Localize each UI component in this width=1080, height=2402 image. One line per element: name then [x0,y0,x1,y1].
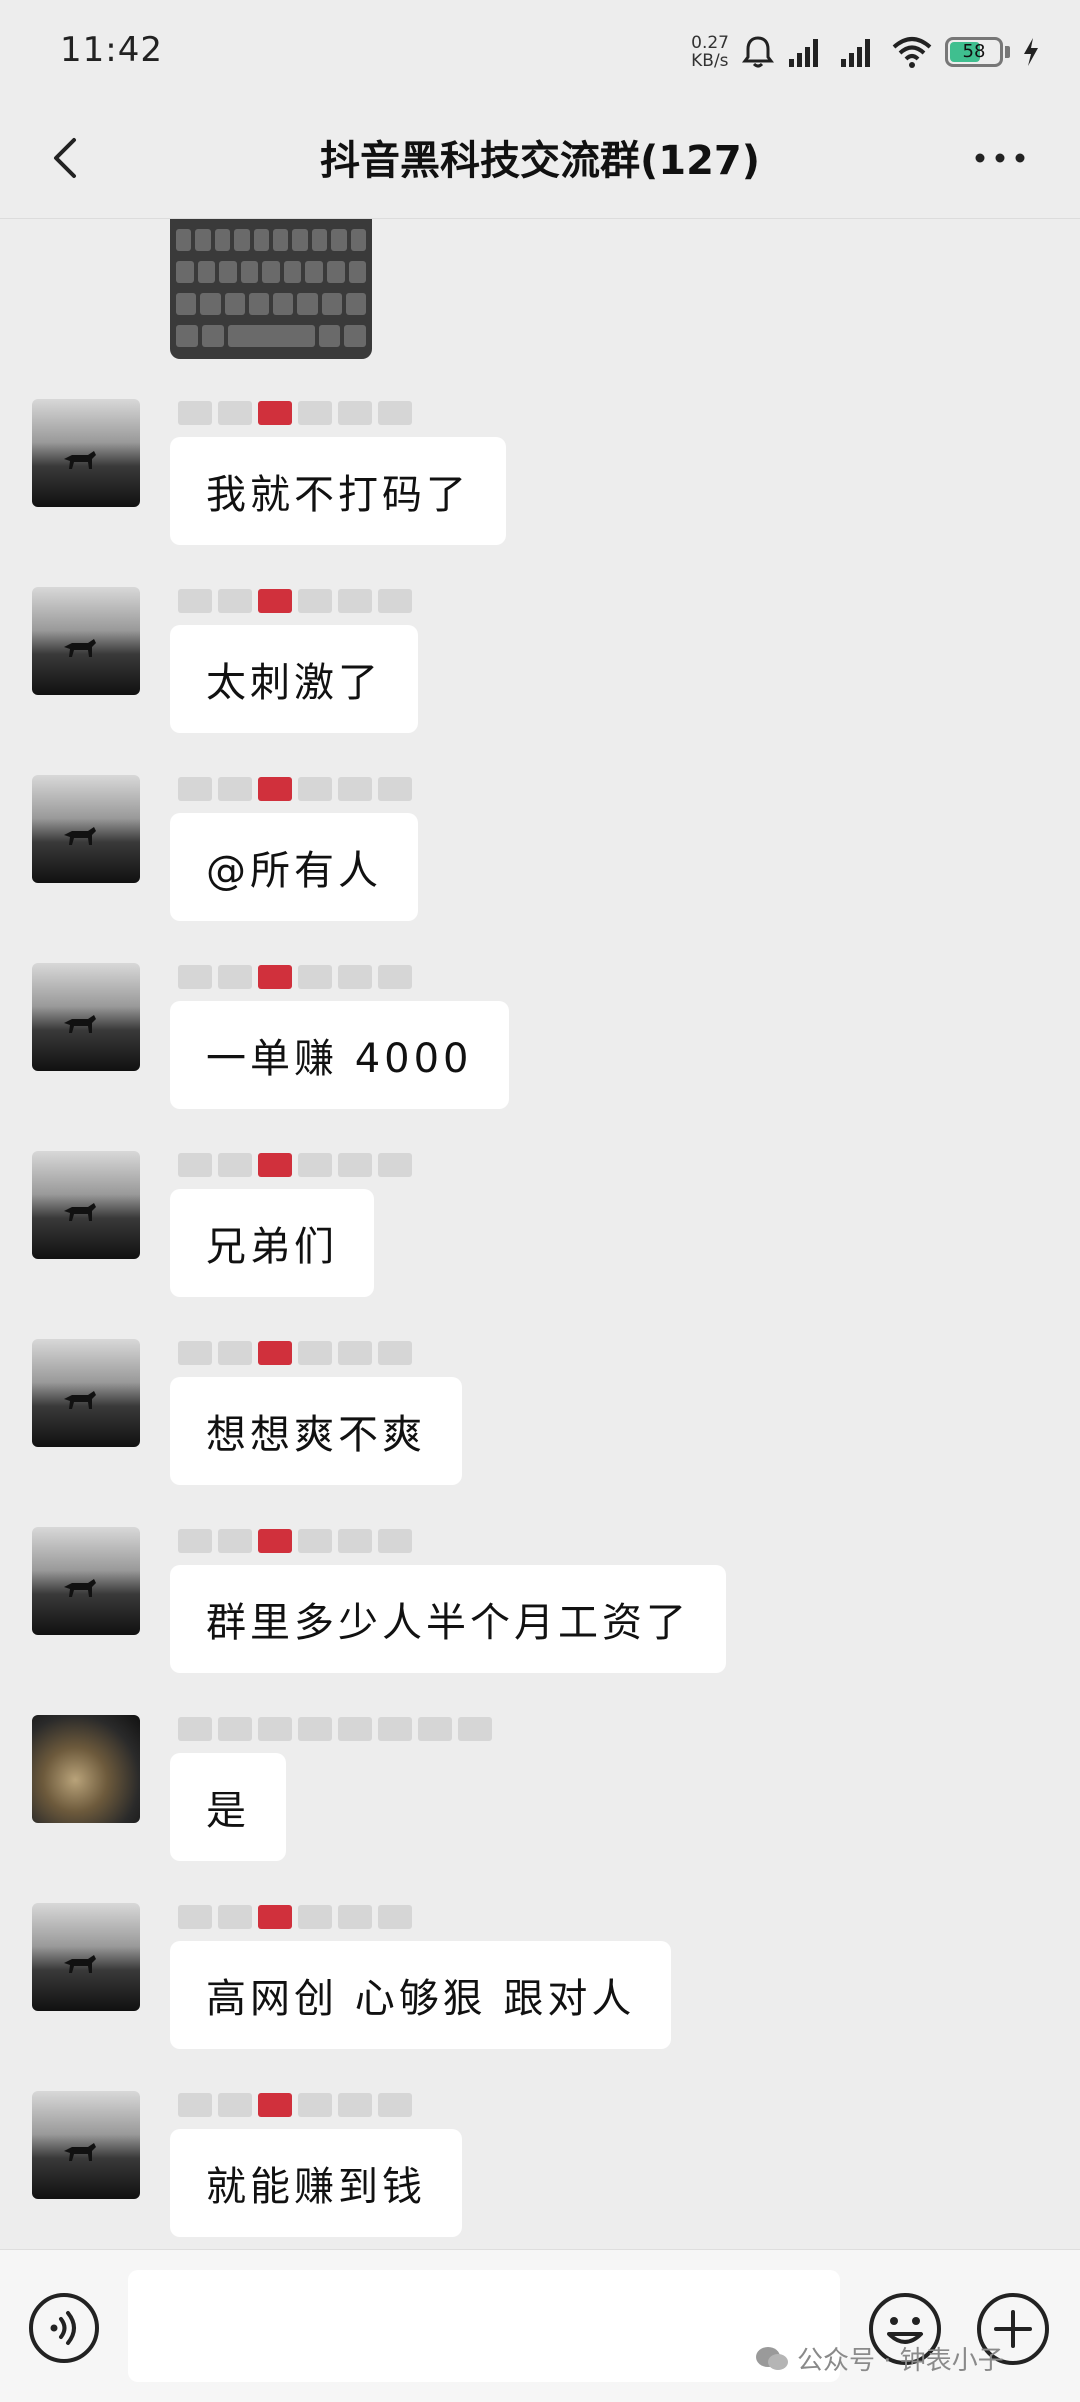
avatar[interactable] [32,399,140,507]
sender-name-blurred [178,1339,412,1367]
message-row: 太刺激了 [0,577,1080,747]
message-row: 是 [0,1705,1080,1875]
avatar[interactable] [32,963,140,1071]
message-bubble[interactable]: 兄弟们 [170,1189,374,1297]
message-row: 群里多少人半个月工资了 [0,1517,1080,1687]
message-row: 我就不打码了 [0,389,1080,559]
message-row: 就能赚到钱 [0,2081,1080,2249]
avatar[interactable] [32,587,140,695]
horse-silhouette-icon [64,1015,96,1033]
avatar[interactable] [32,1339,140,1447]
more-dots-icon[interactable] [970,138,1030,178]
sender-name-blurred [178,775,412,803]
message-bubble[interactable]: 高网创 心够狠 跟对人 [170,1941,672,2049]
horse-silhouette-icon [64,639,96,657]
horse-silhouette-icon [64,451,96,469]
chat-header: 抖音黑科技交流群(127) [0,100,1080,219]
sender-name-blurred [178,1527,412,1555]
message-bubble[interactable]: @所有人 [170,813,418,921]
message-bubble[interactable]: 我就不打码了 [170,437,506,545]
message-bubble[interactable]: 想想爽不爽 [170,1377,462,1485]
message-input[interactable] [128,2270,840,2382]
message-bubble[interactable]: 群里多少人半个月工资了 [170,1565,726,1673]
signal-icon-2 [841,39,870,67]
sender-name-blurred [178,1903,412,1931]
avatar[interactable] [32,1151,140,1259]
avatar[interactable] [32,1715,140,1823]
message-bubble[interactable]: 就能赚到钱 [170,2129,462,2237]
message-row: @所有人 [0,765,1080,935]
horse-silhouette-icon [64,827,96,845]
horse-silhouette-icon [64,1391,96,1409]
status-bar: 11:42 0.27 KB/s 58 [0,0,1080,100]
avatar[interactable] [32,2091,140,2199]
sender-name-blurred [178,1715,492,1743]
message-row: 想想爽不爽 [0,1329,1080,1499]
sender-name-blurred [178,587,412,615]
message-bubble[interactable]: 太刺激了 [170,625,418,733]
battery-level: 58 [962,41,986,62]
sender-name-blurred [178,399,412,427]
horse-silhouette-icon [64,2143,96,2161]
avatar[interactable] [32,1903,140,2011]
message-bubble[interactable]: 一单赚 4000 [170,1001,509,1109]
keyboard-screenshot-image[interactable] [170,219,372,359]
status-time: 11:42 [60,30,163,70]
watermark: 公众号 · 钟表小子 [755,2340,1004,2377]
message-row: 兄弟们 [0,1141,1080,1311]
chat-title: 抖音黑科技交流群(127) [319,138,761,184]
network-speed-unit: KB/s [691,51,729,71]
chat-messages[interactable]: 我就不打码了 太刺激了 @所有人 一单赚 4000 兄弟们 想想爽不爽 群里多少… [0,219,1080,2249]
message-row: 高网创 心够狠 跟对人 [0,1893,1080,2063]
network-speed-value: 0.27 [691,33,729,53]
charging-bolt-icon [1024,38,1038,66]
input-bar [0,2249,1080,2402]
horse-silhouette-icon [64,1203,96,1221]
network-speed: 0.27 KB/s [691,34,729,70]
battery-icon: 58 [945,37,1003,67]
avatar[interactable] [32,775,140,883]
wifi-icon [892,37,932,68]
message-bubble[interactable]: 是 [170,1753,286,1861]
wechat-logo-icon [756,2346,788,2370]
message-row: 一单赚 4000 [0,953,1080,1123]
bell-muted-icon [742,36,774,68]
status-icons: 0.27 KB/s 58 [691,30,1040,74]
battery-cap [1005,46,1010,58]
sender-name-blurred [178,1151,412,1179]
avatar[interactable] [32,1527,140,1635]
voice-icon[interactable] [28,2292,100,2364]
signal-icon-1 [789,39,818,67]
horse-silhouette-icon [64,1955,96,1973]
watermark-text: 公众号 · 钟表小子 [797,2346,1004,2376]
horse-silhouette-icon [64,1579,96,1597]
sender-name-blurred [178,2091,412,2119]
sender-name-blurred [178,963,412,991]
